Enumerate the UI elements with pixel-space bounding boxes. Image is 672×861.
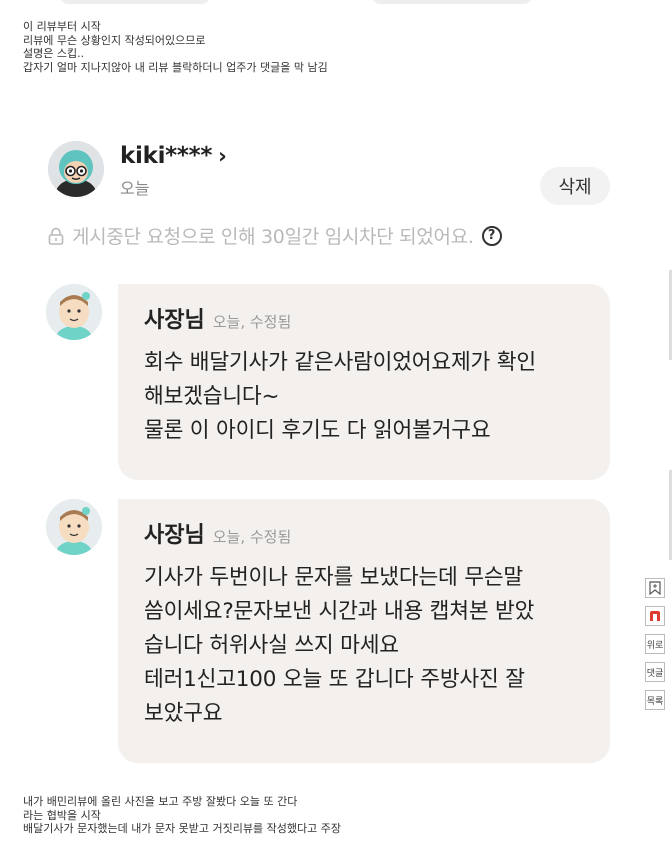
reply-line: 해보겠습니다~: [144, 384, 280, 409]
owner-name: 사장님: [144, 523, 205, 548]
reply-line: 테러1신고100 오늘 또 갑니다 주방사진 잘: [144, 667, 525, 692]
annotation-line: 배달기사가 문자했는데 내가 문자 못받고 거짓리뷰를 작성했다고 주장: [23, 822, 341, 836]
owner-reply: 사장님 오늘, 수정됨 기사가 두번이나 문자를 보냈다는데 무슨말 씀이세요?…: [46, 499, 610, 763]
list-button[interactable]: 목록: [645, 690, 665, 710]
side-toolbar: 위로 댓글 목록: [645, 578, 667, 718]
owner-name: 사장님: [144, 308, 205, 333]
blocked-notice: 게시중단 요청으로 인해 30일간 임시차단 되었어요. ?: [48, 222, 502, 249]
bookmark-icon[interactable]: [645, 578, 665, 598]
annotation-line: 갑자기 얼마 지나지않아 내 리뷰 블락하더니 업주가 댓글을 막 남김: [23, 60, 328, 74]
lock-icon: [48, 227, 64, 245]
annotation-line: 이 리뷰부터 시작: [23, 20, 101, 33]
reply-line: 씀이세요?문자보낸 시간과 내용 캡쳐본 받았: [144, 599, 535, 624]
reply-bubble: 사장님 오늘, 수정됨 회수 배달기사가 같은사람이었어요제가 확인 해보겠습니…: [118, 284, 610, 480]
annotation-line: 설명은 스킵..: [23, 47, 85, 61]
username-link[interactable]: kiki**** ›: [120, 143, 227, 169]
comments-button[interactable]: 댓글: [645, 662, 665, 682]
owner-avatar: [46, 284, 102, 340]
reply-line: 물론 이 아이디 후기도 다 읽어볼거구요: [144, 418, 491, 443]
annotation-bottom: 내가 배민리뷰에 올린 사진을 보고 주방 잘봤다 오늘 또 간다 라는 협박을…: [23, 795, 341, 836]
help-icon[interactable]: ?: [481, 225, 502, 246]
reply-line: 습니다 허위사실 쓰지 마세요: [144, 633, 399, 658]
reply-line: 회수 배달기사가 같은사람이었어요제가 확인: [144, 350, 536, 375]
reply-bubble: 사장님 오늘, 수정됨 기사가 두번이나 문자를 보냈다는데 무슨말 씀이세요?…: [118, 499, 610, 763]
annotation-line: 내가 배민리뷰에 올린 사진을 보고 주방 잘봤다 오늘 또 간다: [23, 795, 298, 808]
reply-text: 기사가 두번이나 문자를 보냈다는데 무슨말 씀이세요?문자보낸 시간과 내용 …: [144, 561, 584, 731]
blocked-notice-text: 게시중단 요청으로 인해 30일간 임시차단 되었어요.: [72, 226, 474, 248]
reply-line: 보았구요: [144, 701, 223, 726]
naver-icon[interactable]: [645, 606, 665, 626]
annotation-line: 리뷰에 무슨 상황인지 작성되어있으므로: [23, 33, 206, 47]
owner-reply: 사장님 오늘, 수정됨 회수 배달기사가 같은사람이었어요제가 확인 해보겠습니…: [46, 284, 610, 480]
username: kiki****: [120, 143, 213, 169]
reply-meta: 오늘, 수정됨: [212, 528, 292, 546]
annotation-top: 이 리뷰부터 시작 리뷰에 무슨 상황인지 작성되어있으므로 설명은 스킵.. …: [23, 20, 328, 74]
top-scroll-remnant: [0, 0, 672, 4]
delete-button[interactable]: 삭제: [540, 167, 610, 205]
user-avatar[interactable]: [48, 141, 104, 197]
annotation-line: 라는 협박을 시작: [23, 808, 101, 822]
review-header: kiki**** › 오늘 삭제: [48, 141, 610, 211]
scroll-top-button[interactable]: 위로: [645, 634, 665, 654]
reply-line: 기사가 두번이나 문자를 보냈다는데 무슨말: [144, 565, 523, 590]
chevron-right-icon: ›: [218, 144, 227, 168]
owner-avatar: [46, 499, 102, 555]
reply-text: 회수 배달기사가 같은사람이었어요제가 확인 해보겠습니다~ 물론 이 아이디 …: [144, 346, 584, 448]
review-date: 오늘: [120, 179, 150, 198]
reply-meta: 오늘, 수정됨: [212, 313, 292, 331]
